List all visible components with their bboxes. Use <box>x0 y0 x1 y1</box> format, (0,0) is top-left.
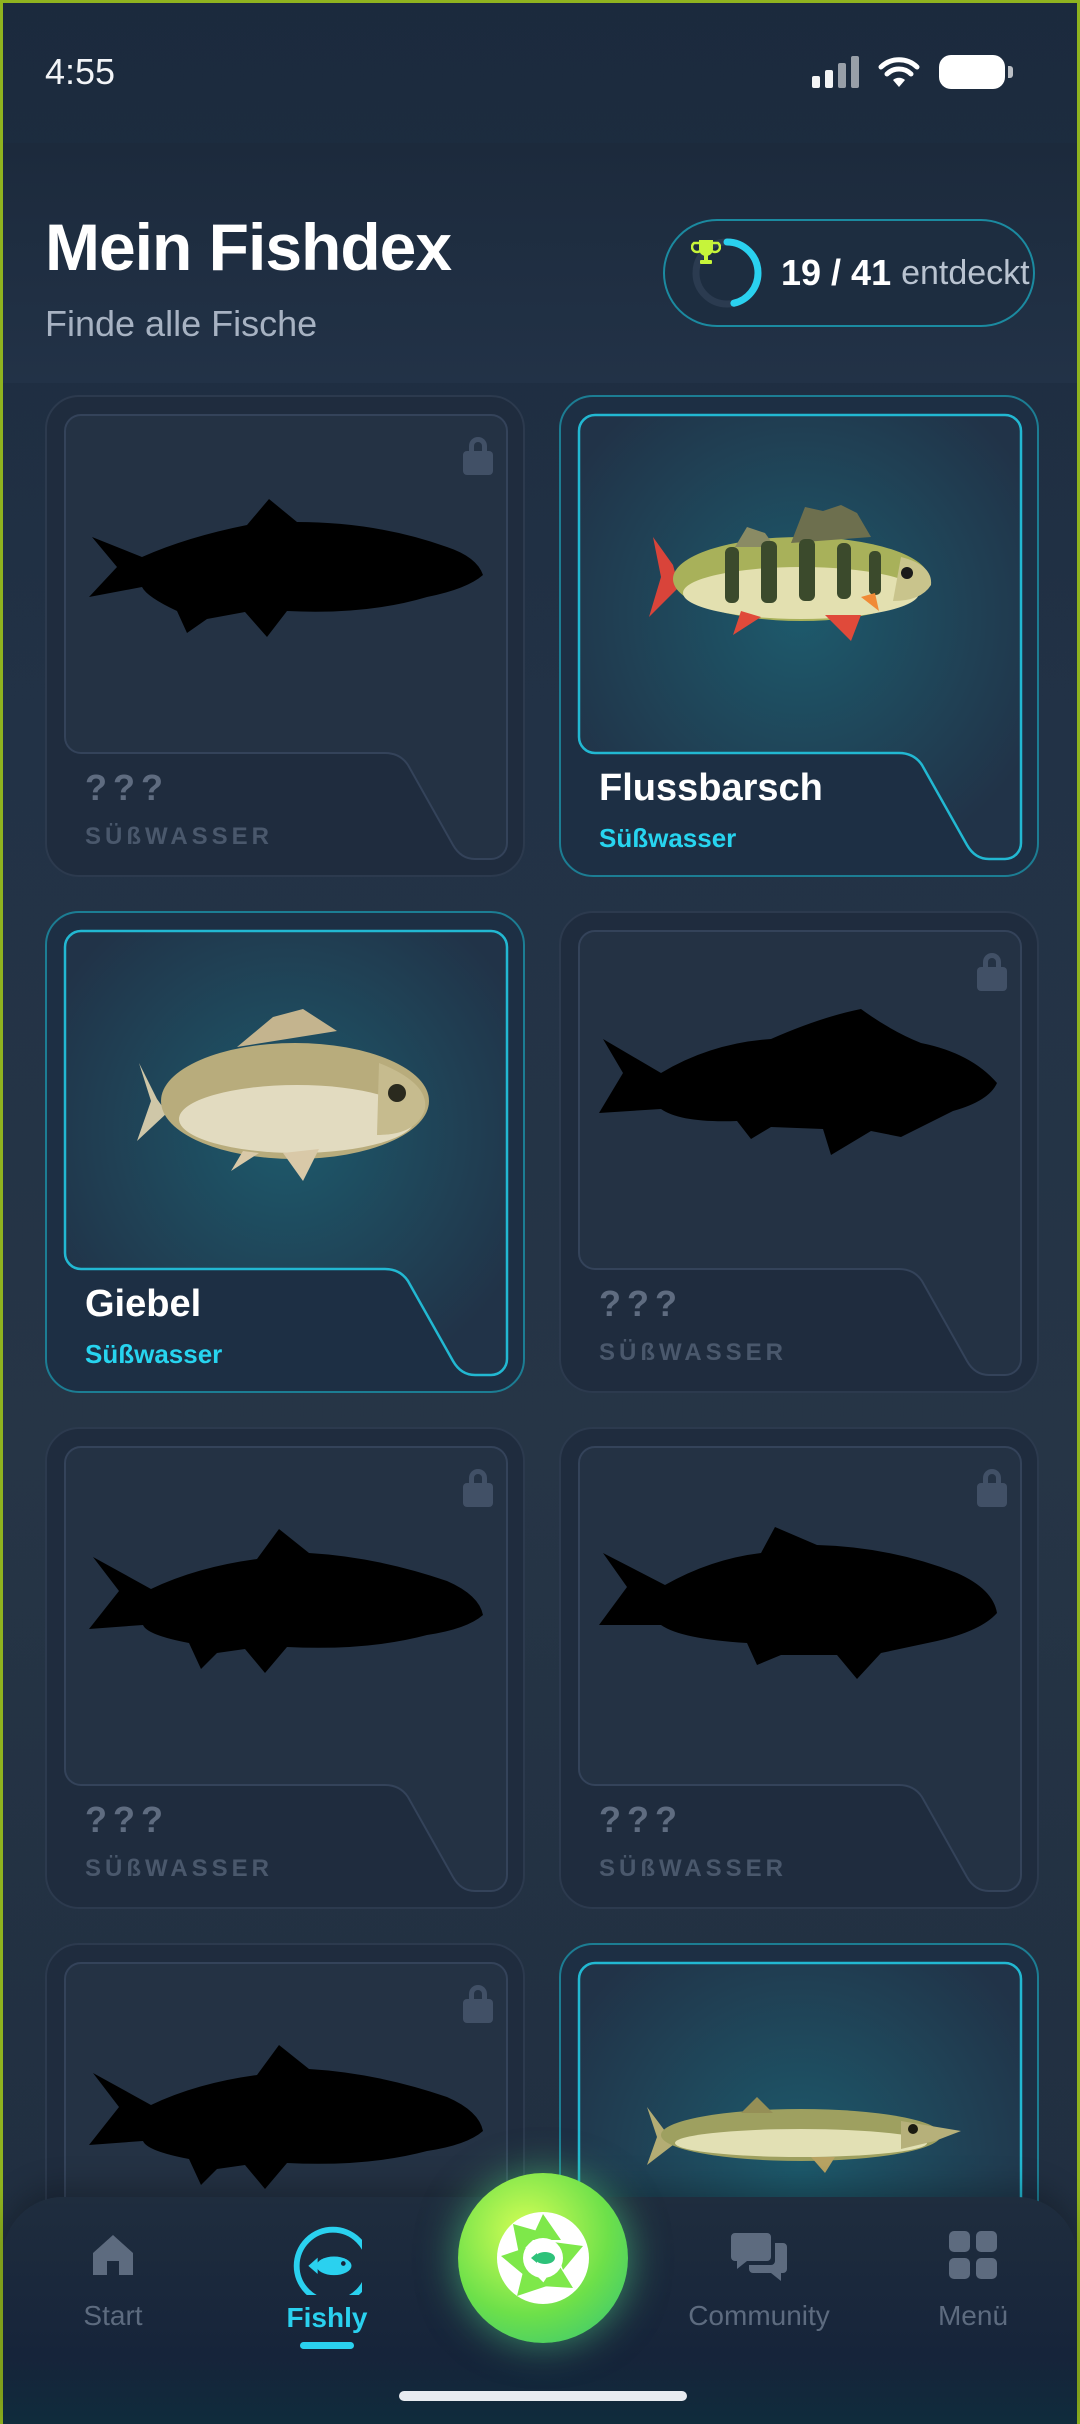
card-type: Süßwasser <box>85 1339 223 1369</box>
fish-card[interactable]: ??? SÜßWASSER <box>559 911 1039 1393</box>
fish-badge-icon <box>293 2226 372 2305</box>
wifi-icon <box>878 57 920 87</box>
card-name: Flussbarsch <box>599 767 823 809</box>
progress-ring <box>691 237 763 309</box>
home-icon <box>93 2235 133 2275</box>
nav-start[interactable]: Start <box>23 2225 203 2332</box>
card-name: ??? <box>599 1283 683 1324</box>
progress-pill[interactable]: 19 / 41 entdeckt <box>663 219 1035 327</box>
chat-bubbles-icon <box>731 2233 787 2281</box>
status-bar: 4:55 <box>3 3 1077 143</box>
card-name: ??? <box>85 767 169 808</box>
nav-fishly[interactable]: Fishly <box>237 2225 417 2349</box>
card-type: SÜßWASSER <box>85 1855 274 1882</box>
fish-silhouette <box>599 1009 997 1155</box>
card-name: Giebel <box>85 1283 202 1325</box>
card-type: SÜßWASSER <box>599 1855 788 1882</box>
fish-silhouette <box>89 499 483 637</box>
bottom-nav: Start Fishly Community Menü <box>3 2173 1077 2424</box>
card-name: ??? <box>599 1799 683 1840</box>
fish-card[interactable]: ??? SÜßWASSER <box>45 1427 525 1909</box>
nav-menu[interactable]: Menü <box>883 2225 1063 2332</box>
card-type: SÜßWASSER <box>599 1339 788 1366</box>
card-type: Süßwasser <box>599 823 737 853</box>
card-name: ??? <box>85 1799 169 1840</box>
grid-menu-icon <box>949 2231 997 2279</box>
camera-shutter-icon <box>497 2212 589 2304</box>
active-tab-indicator <box>300 2342 354 2349</box>
fish-card[interactable]: Flussbarsch Süßwasser <box>559 395 1039 877</box>
fish-card[interactable]: ??? SÜßWASSER <box>45 395 525 877</box>
card-type: SÜßWASSER <box>85 823 274 850</box>
fish-silhouette <box>89 1529 483 1673</box>
nav-start-label: Start <box>83 2300 143 2331</box>
home-indicator <box>399 2391 687 2401</box>
nav-community-label: Community <box>688 2300 830 2331</box>
trophy-icon <box>691 237 763 309</box>
progress-label: entdeckt <box>901 253 1030 292</box>
nav-fishly-label: Fishly <box>286 2302 368 2333</box>
battery-icon <box>939 55 1013 89</box>
signal-icon <box>812 56 859 88</box>
crucian-carp-image <box>137 1009 429 1181</box>
fish-silhouette <box>599 1527 997 1679</box>
perch-image <box>649 505 932 641</box>
page-subtitle: Finde alle Fische <box>45 303 318 344</box>
nav-community[interactable]: Community <box>669 2225 849 2332</box>
nav-menu-label: Menü <box>937 2300 1009 2331</box>
camera-scan-button[interactable] <box>458 2173 628 2343</box>
status-time: 4:55 <box>45 51 116 92</box>
page-title: Mein Fishdex <box>45 210 452 284</box>
page-header: Mein Fishdex Finde alle Fische 19 / 41 e… <box>3 143 1077 383</box>
fish-card[interactable]: Giebel Süßwasser <box>45 911 525 1393</box>
fish-card[interactable]: ??? SÜßWASSER <box>559 1427 1039 1909</box>
progress-count: 19 / 41 <box>781 252 892 293</box>
status-icons <box>812 55 1013 89</box>
